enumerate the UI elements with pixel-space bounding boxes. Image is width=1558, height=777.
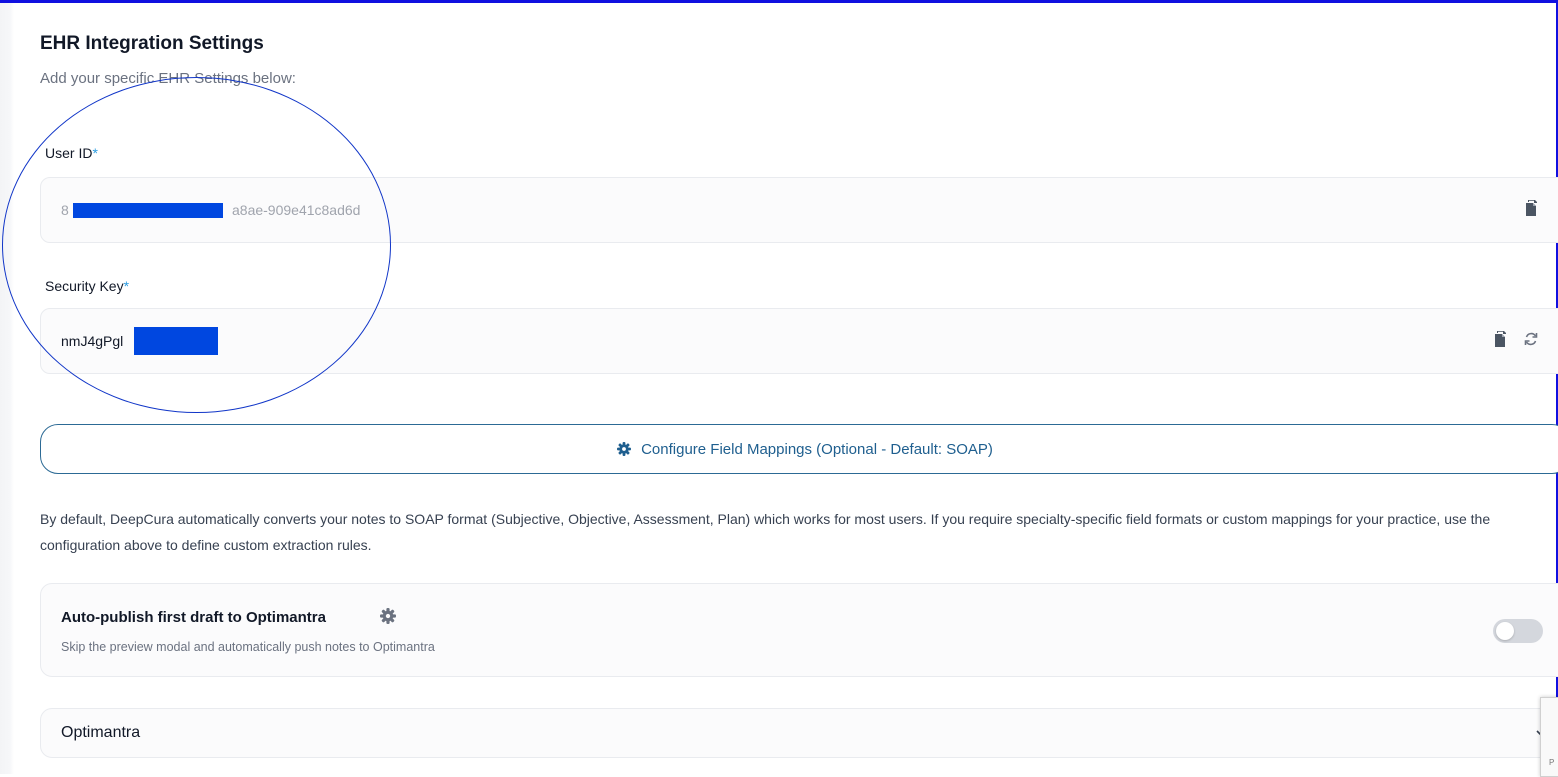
security-key-prefix: nmJ4gPgl [61, 333, 124, 349]
auto-publish-toggle[interactable] [1493, 619, 1543, 643]
security-key-field[interactable]: nmJ4gPgl [40, 308, 1558, 374]
user-id-label-text: User ID [45, 145, 93, 161]
copy-icon[interactable] [1492, 330, 1508, 348]
page-title: EHR Integration Settings [40, 33, 264, 54]
required-mark: * [123, 278, 130, 294]
auto-publish-card: Auto-publish first draft to Optimantra S… [40, 583, 1558, 677]
user-id-label: User ID* [45, 145, 98, 161]
ehr-accordion-label: Optimantra [61, 724, 141, 741]
auto-publish-subtitle: Skip the preview modal and automatically… [61, 640, 435, 654]
copy-icon[interactable] [1523, 199, 1539, 217]
toggle-knob [1496, 622, 1514, 640]
redaction-box [73, 203, 223, 218]
settings-panel: EHR Integration Settings Add your specif… [0, 0, 1558, 777]
page-subtitle: Add your specific EHR Settings below: [40, 70, 296, 87]
soap-description: By default, DeepCura automatically conve… [40, 511, 1491, 553]
required-mark: * [92, 145, 98, 161]
recaptcha-badge[interactable]: P [1540, 697, 1558, 777]
gear-icon[interactable] [380, 608, 396, 624]
configure-button-label: Configure Field Mappings (Optional - Def… [641, 440, 993, 458]
gear-icon [617, 442, 632, 456]
user-id-prefix: 8 [61, 202, 69, 218]
security-key-label-text: Security Key [45, 278, 124, 294]
ehr-accordion[interactable]: Optimantra [40, 708, 1558, 758]
user-id-field[interactable]: 8 a8ae-909e41c8ad6d [40, 177, 1558, 243]
redaction-box [134, 327, 218, 355]
user-id-suffix: a8ae-909e41c8ad6d [232, 202, 361, 218]
configure-field-mappings-button[interactable]: Configure Field Mappings (Optional - Def… [40, 424, 1558, 474]
auto-publish-title: Auto-publish first draft to Optimantra [61, 609, 326, 626]
security-key-label: Security Key* [45, 278, 129, 294]
refresh-icon[interactable] [1523, 330, 1539, 348]
